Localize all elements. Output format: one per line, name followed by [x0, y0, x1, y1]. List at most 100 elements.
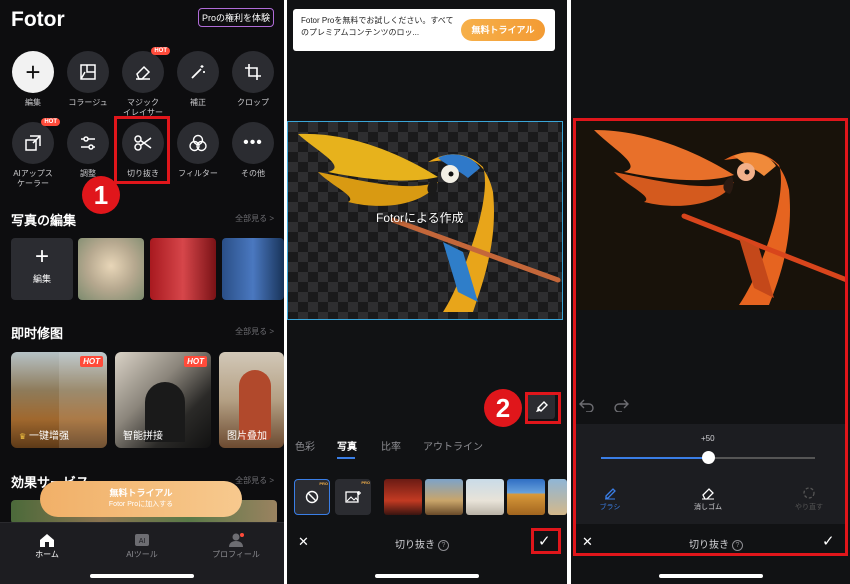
- tool-collage[interactable]: コラージュ: [66, 51, 110, 108]
- bottom-bar: ✕ 切り抜き? ✓: [287, 528, 567, 556]
- tool-label: 編集: [25, 98, 41, 107]
- tab-color[interactable]: 色彩: [295, 438, 315, 453]
- tool-filter[interactable]: フィルター: [176, 122, 220, 179]
- help-icon[interactable]: ?: [438, 539, 449, 551]
- screen-title: 切り抜き?: [395, 536, 449, 551]
- tool-magic-eraser[interactable]: HOT マジック イレイサー: [121, 47, 170, 118]
- tool-label: マジック イレイサー: [123, 98, 163, 117]
- trial-title: 無料トライアル: [109, 488, 173, 498]
- reset-icon: [803, 487, 815, 499]
- active-tab-indicator: [337, 457, 355, 459]
- plus-icon: +: [34, 243, 49, 270]
- check-icon[interactable]: ✓: [822, 532, 835, 550]
- tab-photo[interactable]: 写真: [337, 438, 357, 453]
- tool-brush[interactable]: ブラシ: [585, 486, 635, 512]
- tab-ratio[interactable]: 比率: [381, 438, 401, 453]
- tool-adjust[interactable]: 調整: [66, 122, 110, 179]
- background-thumbnail[interactable]: [548, 479, 567, 515]
- tool-label: その他: [241, 169, 265, 178]
- close-icon[interactable]: ✕: [298, 534, 309, 550]
- tool-edit[interactable]: + 編集: [11, 51, 55, 108]
- hot-badge: HOT: [80, 356, 103, 367]
- feature-label: ♛ 一键增强: [19, 431, 69, 442]
- feature-card-overlay[interactable]: 图片叠加: [219, 352, 284, 448]
- hot-badge: HOT: [41, 118, 60, 126]
- section-title-instant: 即时修图: [11, 326, 64, 341]
- screen-title: 切り抜き?: [689, 536, 743, 551]
- feature-card-collage[interactable]: HOT 智能拼接: [115, 352, 211, 448]
- tool-label: クロップ: [237, 98, 269, 107]
- paint-brush-icon: [536, 401, 548, 412]
- tool-label: 切り抜き: [127, 169, 159, 178]
- tool-label: やり直す: [795, 504, 823, 511]
- tab-label: プロフィール: [212, 550, 260, 559]
- recent-photo-thumbnail[interactable]: [78, 238, 144, 300]
- brush-size-value: +50: [701, 434, 715, 443]
- see-all-link[interactable]: 全部見る >: [235, 475, 274, 486]
- cutout-screen: Fotor Proを無料でお試しください。すべてのプレミアムコンテンツのロッ..…: [287, 0, 567, 584]
- tab-label: AIツール: [126, 550, 158, 559]
- bottom-bar: ✕ 切り抜き? ✓: [571, 528, 850, 556]
- free-trial-button[interactable]: 無料トライアル Fotor Proに加入する: [40, 481, 242, 517]
- no-background-option[interactable]: PRO: [294, 479, 330, 515]
- none-icon: [305, 490, 319, 504]
- tool-more[interactable]: ••• その他: [231, 122, 275, 179]
- see-all-link[interactable]: 全部見る >: [235, 213, 274, 224]
- tool-reset[interactable]: やり直す: [784, 486, 834, 512]
- recent-photo-thumbnail[interactable]: [222, 238, 284, 300]
- brush-screen: +50 ブラシ 消しゴム やり直す ✕ 切り抜き? ✓: [571, 0, 850, 584]
- step-marker-1: 1: [82, 176, 120, 214]
- filter-icon: [177, 122, 219, 164]
- tool-enhance[interactable]: 補正: [176, 51, 220, 108]
- image-canvas[interactable]: Fotorによる作成: [287, 121, 563, 320]
- new-edit-card[interactable]: + 編集: [11, 238, 73, 300]
- slider-knob[interactable]: [702, 451, 715, 464]
- tool-label: フィルター: [178, 169, 218, 178]
- banner-text: Fotor Proを無料でお試しください。すべてのプレミアムコンテンツのロッ..…: [301, 16, 454, 37]
- svg-text:AI: AI: [139, 538, 146, 545]
- eraser-icon: [702, 488, 714, 500]
- tab-profile[interactable]: プロフィール: [206, 533, 266, 560]
- home-indicator: [90, 574, 194, 578]
- feature-card-enhance[interactable]: HOT ♛ 一键增强: [11, 352, 107, 448]
- background-thumbnail[interactable]: [425, 479, 463, 515]
- recent-photo-thumbnail[interactable]: [150, 238, 216, 300]
- check-icon[interactable]: ✓: [538, 532, 551, 550]
- tool-crop[interactable]: クロップ: [231, 51, 275, 108]
- feature-label: 图片叠加: [227, 431, 267, 442]
- home-indicator: [375, 574, 479, 578]
- pro-trial-button[interactable]: Proの権利を体験: [198, 8, 274, 27]
- brush-size-slider[interactable]: [601, 451, 815, 464]
- close-icon[interactable]: ✕: [582, 534, 593, 550]
- background-thumbnail[interactable]: [466, 479, 504, 515]
- ai-icon: AI: [135, 534, 149, 546]
- profile-icon: [229, 533, 244, 547]
- see-all-link[interactable]: 全部見る >: [235, 326, 274, 337]
- image-canvas[interactable]: [574, 120, 850, 310]
- upscale-icon: HOT: [12, 118, 60, 164]
- banner-trial-button[interactable]: 無料トライアル: [461, 19, 545, 41]
- tool-label: 消しゴム: [694, 504, 722, 511]
- upload-photo-option[interactable]: PRO: [335, 479, 371, 515]
- tab-home[interactable]: ホーム: [17, 533, 77, 560]
- undo-icon[interactable]: [579, 398, 595, 412]
- background-thumbnail[interactable]: [507, 479, 545, 515]
- image-add-icon: [345, 491, 361, 503]
- tab-ai-tools[interactable]: AI AIツール: [112, 533, 172, 560]
- tool-eraser[interactable]: 消しゴム: [683, 486, 733, 512]
- background-thumbnail[interactable]: [384, 479, 422, 515]
- eraser-icon: HOT: [122, 47, 170, 93]
- edit-card-label: 編集: [32, 274, 51, 284]
- home-icon: [40, 534, 54, 547]
- step-marker-2: 2: [484, 389, 522, 427]
- tool-cutout[interactable]: 切り抜き: [121, 122, 165, 179]
- brush-button[interactable]: [527, 393, 555, 419]
- redo-icon[interactable]: [613, 398, 629, 412]
- hot-badge: HOT: [184, 356, 207, 367]
- pro-banner[interactable]: Fotor Proを無料でお試しください。すべてのプレミアムコンテンツのロッ..…: [293, 9, 555, 51]
- home-indicator: [659, 574, 763, 578]
- tool-ai-upscaler[interactable]: HOT AIアップス ケーラー: [11, 118, 60, 189]
- crop-icon: [232, 51, 274, 93]
- help-icon[interactable]: ?: [732, 539, 743, 551]
- tab-outline[interactable]: アウトライン: [423, 438, 483, 453]
